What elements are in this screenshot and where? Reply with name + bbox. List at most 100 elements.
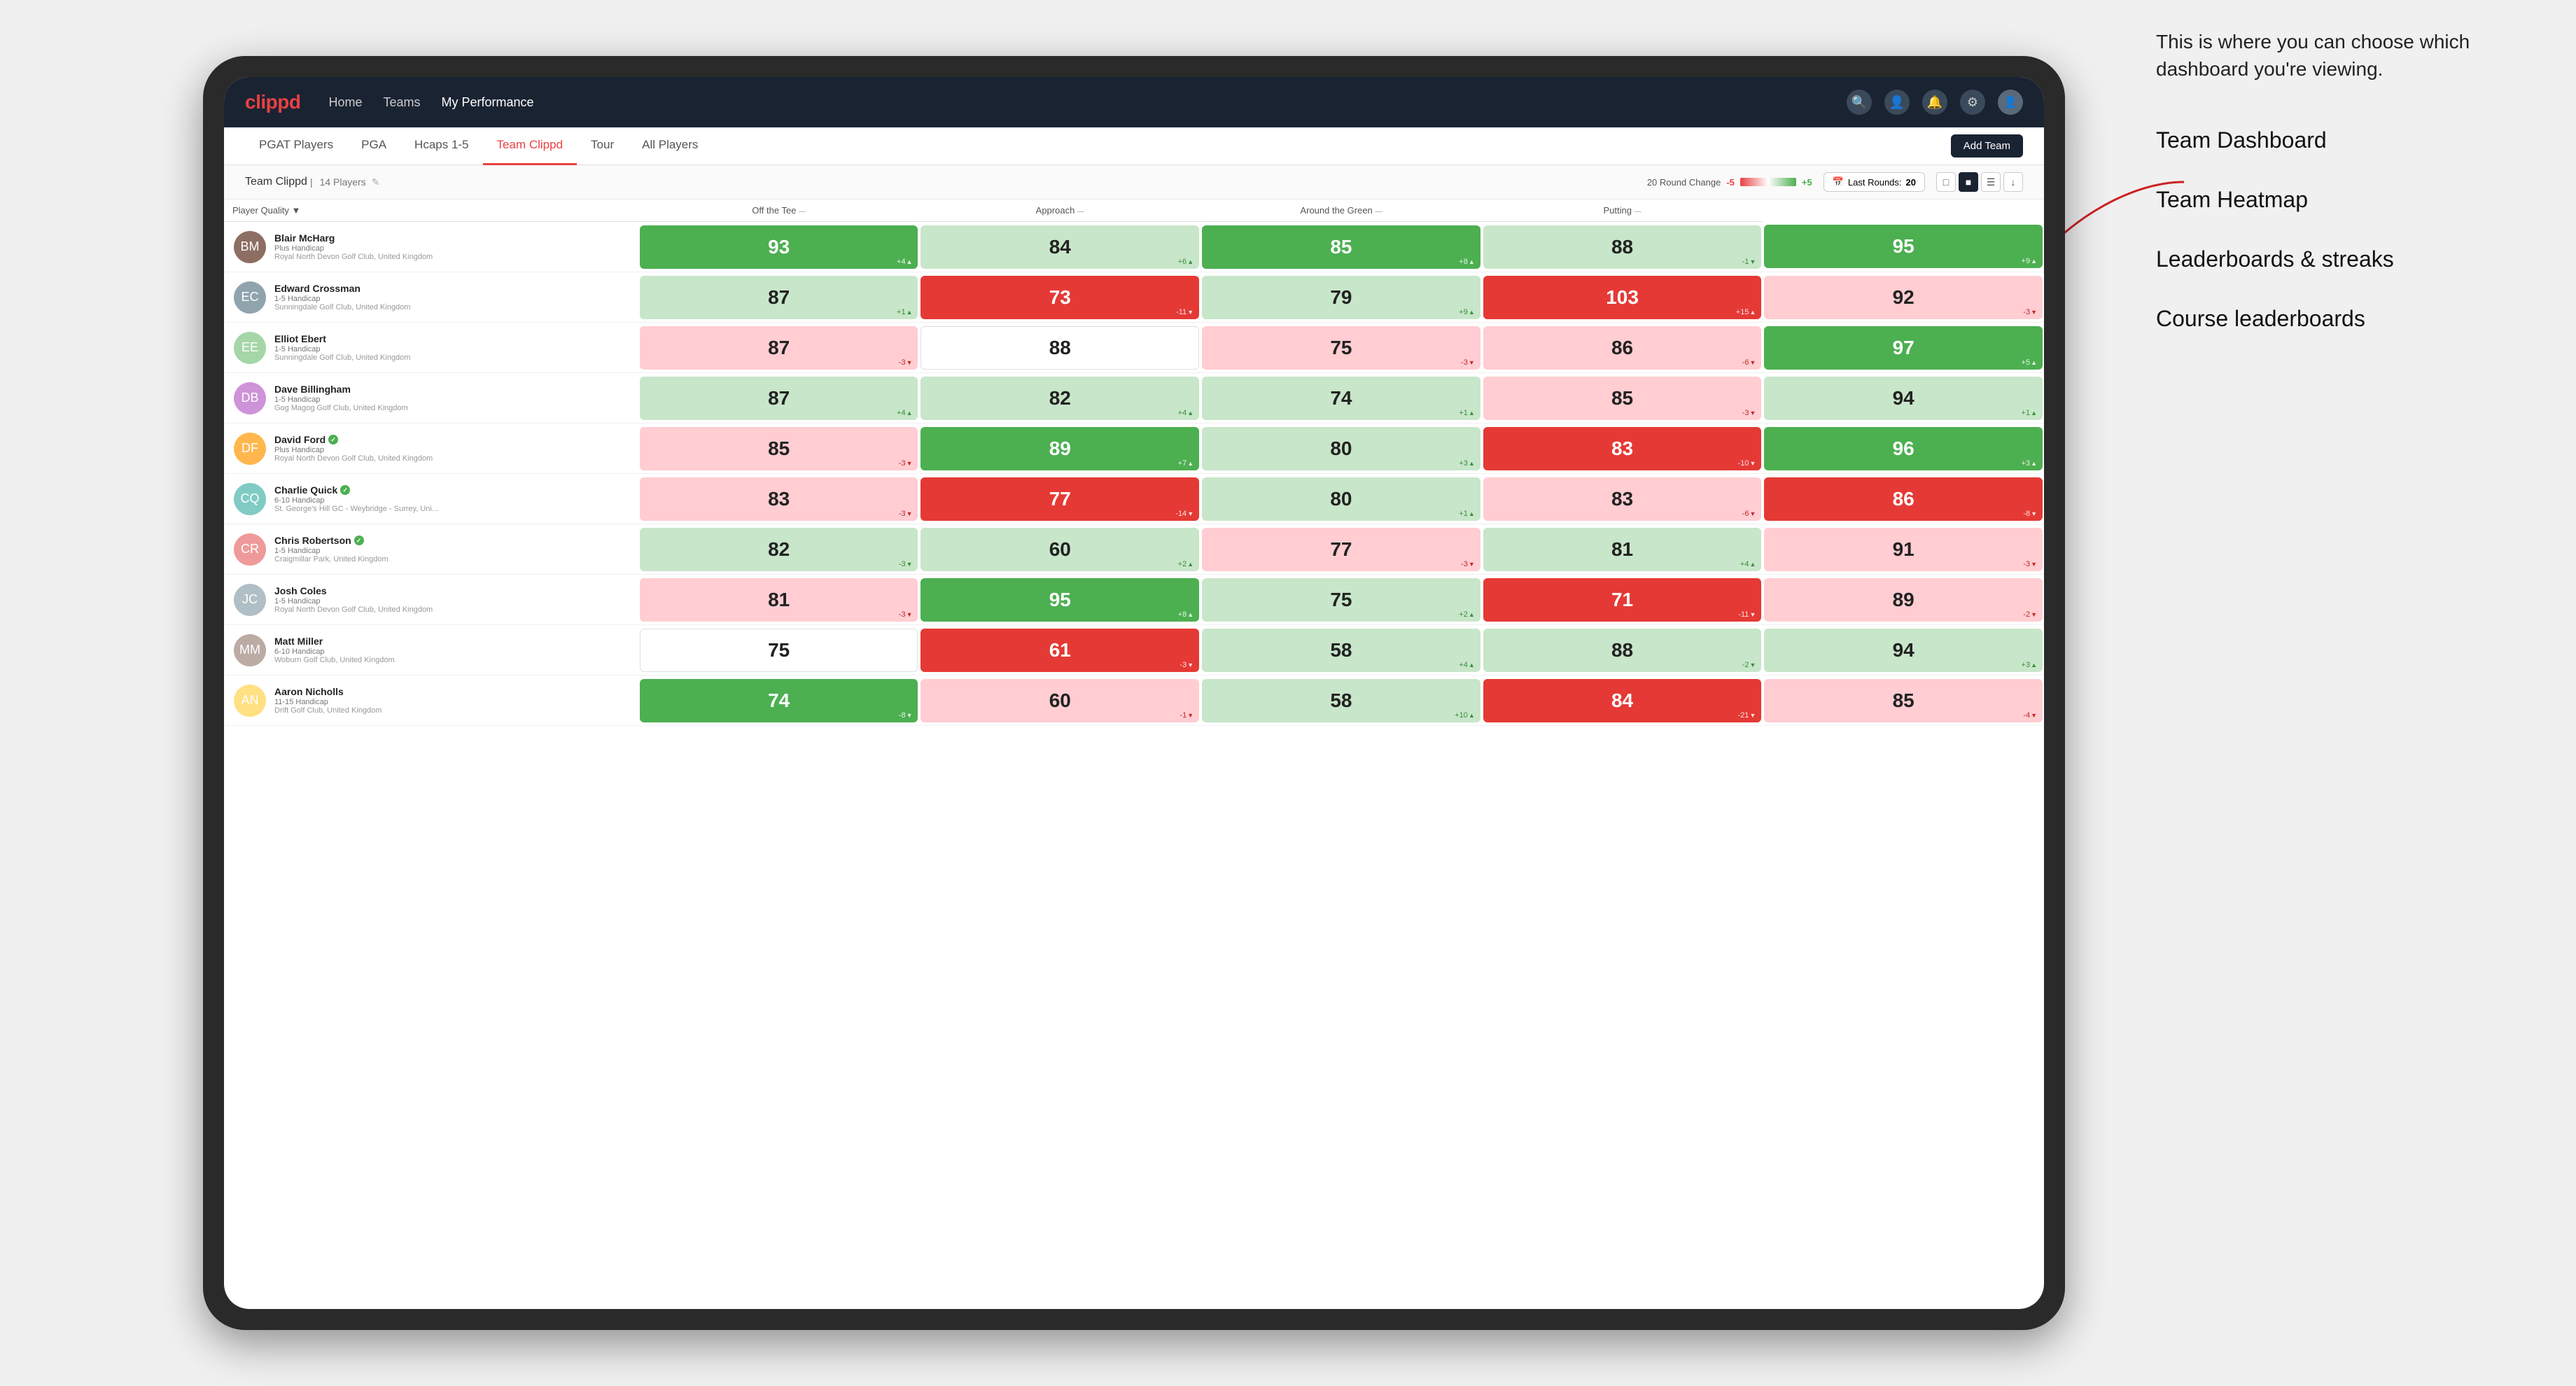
col-header-approach[interactable]: Approach ― [919,200,1200,222]
player-handicap: 1-5 Handicap [274,597,629,606]
metric-inner: 77 -14 [920,477,1199,521]
metric-change: +2 [1178,560,1194,568]
metric-value: 60 [1049,691,1071,710]
subnav-tour[interactable]: Tour [577,127,628,165]
metric-change: +9 [1459,308,1474,316]
grid-view-button[interactable]: □ [1936,172,1956,192]
metric-cell: 92 -3 [1763,272,2044,323]
user-avatar[interactable]: 👤 [1998,90,2023,115]
metric-inner: 85 -3 [640,427,918,470]
last-rounds-icon: 📅 [1833,176,1844,188]
view-toggle-icons: □ ■ ☰ ↓ [1936,172,2023,192]
search-icon[interactable]: 🔍 [1847,90,1872,115]
metric-value: 89 [1893,590,1914,610]
table-scroll[interactable]: Player Quality ▼ Off the Tee ― Approach … [224,200,2044,1309]
metric-value: 95 [1893,237,1914,256]
metric-cell: 96 +3 [1763,424,2044,474]
metric-cell: 88 [919,323,1200,373]
player-avatar: CR [234,533,266,566]
player-info-cell: MM Matt Miller 6-10 Handicap Woburn Golf… [224,625,638,676]
table-row[interactable]: MM Matt Miller 6-10 Handicap Woburn Golf… [224,625,2044,676]
subnav-pga[interactable]: PGA [347,127,400,165]
metric-value: 75 [768,640,790,660]
table-row[interactable]: EE Elliot Ebert 1-5 Handicap Sunningdale… [224,323,2044,373]
col-header-around-green[interactable]: Around the Green ― [1200,200,1482,222]
player-info-cell: BM Blair McHarg Plus Handicap Royal Nort… [224,222,638,272]
col-header-player[interactable]: Player Quality ▼ [224,200,638,222]
metric-inner: 87 -3 [640,326,918,370]
player-name: Edward Crossman [274,283,629,294]
edit-team-icon[interactable]: ✎ [372,176,380,188]
subnav-pgat[interactable]: PGAT Players [245,127,347,165]
metric-inner: 83 -10 [1483,427,1762,470]
nav-home[interactable]: Home [328,92,362,113]
metric-cell: 58 +10 [1200,676,1482,726]
metric-change: +9 [2022,257,2037,265]
player-info: JC Josh Coles 1-5 Handicap Royal North D… [225,580,637,620]
pipe-separator: | [310,176,313,188]
player-handicap: 11-15 Handicap [274,698,629,706]
table-row[interactable]: CQ Charlie Quick ✓ 6-10 Handicap St. Geo… [224,474,2044,524]
metric-value: 83 [1611,439,1633,458]
metric-inner: 77 -3 [1202,528,1480,571]
subnav-team-clippd[interactable]: Team Clippd [483,127,578,165]
metric-cell: 88 -1 [1482,222,1763,272]
table-row[interactable]: EC Edward Crossman 1-5 Handicap Sunningd… [224,272,2044,323]
player-name: Matt Miller [274,636,629,647]
metric-value: 91 [1893,540,1914,559]
metric-change: -3 [2023,560,2037,568]
table-row[interactable]: BM Blair McHarg Plus Handicap Royal Nort… [224,222,2044,272]
round-change: 20 Round Change -5 +5 [1647,177,1812,188]
heatmap-view-button[interactable]: ■ [1959,172,1978,192]
table-row[interactable]: DB Dave Billingham 1-5 Handicap Gog Mago… [224,373,2044,424]
metric-inner: 61 -3 [920,629,1199,672]
subnav-all-players[interactable]: All Players [628,127,712,165]
nav-my-performance[interactable]: My Performance [441,92,533,113]
annotation-item-4: Course leaderboards [2156,303,2562,335]
col-header-putting[interactable]: Putting ― [1482,200,1763,222]
last-rounds-label: Last Rounds: [1848,177,1902,188]
metric-value: 103 [1606,288,1639,307]
table-row[interactable]: AN Aaron Nicholls 11-15 Handicap Drift G… [224,676,2044,726]
player-handicap: 1-5 Handicap [274,547,629,555]
metric-cell: 75 -3 [1200,323,1482,373]
player-club: Royal North Devon Golf Club, United King… [274,253,629,261]
profile-icon[interactable]: 👤 [1884,90,1910,115]
metric-change: -3 [899,510,913,518]
player-avatar: MM [234,634,266,666]
nav-teams[interactable]: Teams [383,92,420,113]
player-club: Sunningdale Golf Club, United Kingdom [274,354,629,362]
metric-change: -3 [1180,661,1194,669]
metric-value: 83 [1611,489,1633,509]
app-logo: clippd [245,91,300,113]
bell-icon[interactable]: 🔔 [1922,90,1947,115]
metric-value: 74 [768,691,790,710]
col-header-off-tee[interactable]: Off the Tee ― [638,200,920,222]
table-row[interactable]: JC Josh Coles 1-5 Handicap Royal North D… [224,575,2044,625]
add-team-button[interactable]: Add Team [1951,134,2023,158]
metric-inner: 73 -11 [920,276,1199,319]
list-view-button[interactable]: ☰ [1981,172,2001,192]
subnav-hcaps[interactable]: Hcaps 1-5 [400,127,482,165]
metric-change: +6 [1178,258,1194,266]
last-rounds-button[interactable]: 📅 Last Rounds: 20 [1823,172,1925,192]
player-info: CQ Charlie Quick ✓ 6-10 Handicap St. Geo… [225,479,637,519]
metric-inner: 103 +15 [1483,276,1762,319]
annotation-area: This is where you can choose which dashb… [2156,28,2562,363]
metric-change: +1 [897,308,912,316]
settings-icon[interactable]: ⚙ [1960,90,1985,115]
metric-cell: 60 -1 [919,676,1200,726]
metric-inner: 81 -3 [640,578,918,622]
annotation-item-1: Team Dashboard [2156,125,2562,156]
metric-change: -21 [1738,711,1756,720]
metric-change: -3 [1742,409,1756,417]
player-info-cell: CQ Charlie Quick ✓ 6-10 Handicap St. Geo… [224,474,638,524]
player-name: Aaron Nicholls [274,686,629,697]
table-row[interactable]: CR Chris Robertson ✓ 1-5 Handicap Craigm… [224,524,2044,575]
metric-change: -3 [1461,560,1475,568]
metric-cell: 83 -10 [1482,424,1763,474]
download-button[interactable]: ↓ [2003,172,2023,192]
player-name: Josh Coles [274,585,629,596]
table-row[interactable]: DF David Ford ✓ Plus Handicap Royal Nort… [224,424,2044,474]
metric-change: +3 [2022,661,2037,669]
